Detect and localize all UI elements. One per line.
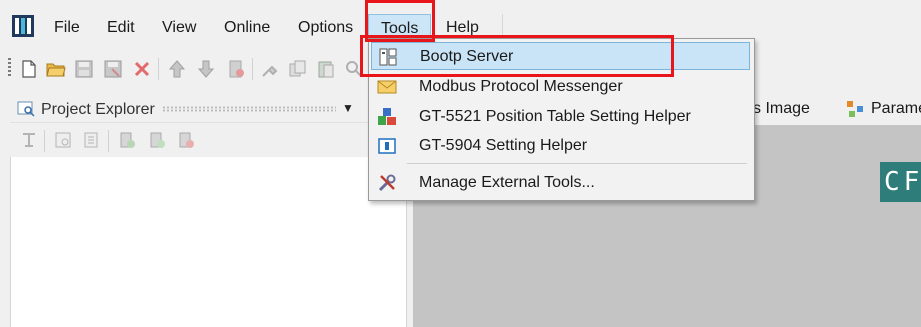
menu-item-bootp-server[interactable]: Bootp Server xyxy=(371,42,750,70)
remove-module-icon[interactable] xyxy=(226,59,246,79)
toolbar-divider xyxy=(44,130,45,152)
save-as-icon[interactable] xyxy=(103,59,123,79)
project-explorer-icon xyxy=(17,101,35,117)
insert-module-icon[interactable] xyxy=(148,131,166,149)
menu-item-label: Manage External Tools... xyxy=(419,174,595,191)
window-icon xyxy=(378,138,396,154)
toolbar-divider xyxy=(252,58,253,80)
blocks-icon xyxy=(378,108,396,125)
move-up-icon[interactable] xyxy=(167,59,187,79)
delete-icon[interactable] xyxy=(132,59,152,79)
search-icon[interactable] xyxy=(344,59,364,79)
menu-item-label: GT-5521 Position Table Setting Helper xyxy=(419,108,691,125)
toolbar-grip[interactable] xyxy=(8,58,11,78)
menu-item-label: Modbus Protocol Messenger xyxy=(419,78,623,95)
menu-item-manage-external-tools[interactable]: Manage External Tools... xyxy=(371,169,750,197)
new-file-icon[interactable] xyxy=(19,59,39,79)
panel-drag-handle[interactable] xyxy=(162,106,336,112)
menu-online[interactable]: Online xyxy=(219,17,275,39)
tree-node-icon[interactable] xyxy=(20,131,38,149)
menu-item-gt5521-helper[interactable]: GT-5521 Position Table Setting Helper xyxy=(371,103,750,131)
menu-item-modbus-messenger[interactable]: Modbus Protocol Messenger xyxy=(371,73,750,101)
menu-separator xyxy=(407,163,747,164)
panel-options-arrow-icon[interactable]: ▼ xyxy=(342,101,354,115)
move-down-icon[interactable] xyxy=(196,59,216,79)
open-folder-icon[interactable] xyxy=(46,59,66,79)
document-icon[interactable] xyxy=(82,131,100,149)
add-module-icon[interactable] xyxy=(118,131,136,149)
toolbar-divider xyxy=(108,130,109,152)
menu-view[interactable]: View xyxy=(157,17,201,39)
banner-logo: CF xyxy=(880,162,921,202)
parameter-icon xyxy=(847,101,863,117)
envelope-icon xyxy=(377,80,397,94)
tab-parameters[interactable]: Parame xyxy=(871,100,921,118)
toolbar-divider xyxy=(158,58,159,80)
delete-module-icon[interactable] xyxy=(177,131,195,149)
menu-file[interactable]: File xyxy=(49,17,85,39)
copy-icon[interactable] xyxy=(288,59,308,79)
menu-edit[interactable]: Edit xyxy=(102,17,140,39)
menu-help[interactable]: Help xyxy=(441,17,484,39)
connect-icon[interactable] xyxy=(260,59,280,79)
save-icon[interactable] xyxy=(74,59,94,79)
menu-options[interactable]: Options xyxy=(293,17,358,39)
paste-icon[interactable] xyxy=(316,59,336,79)
tab-image[interactable]: s Image xyxy=(753,100,810,118)
server-icon xyxy=(379,48,397,66)
app-logo-icon[interactable] xyxy=(11,14,35,38)
wrench-icon xyxy=(378,174,396,192)
view-list-icon[interactable] xyxy=(54,131,72,149)
menu-item-label: Bootp Server xyxy=(420,48,514,65)
project-explorer-title: Project Explorer xyxy=(41,101,155,118)
menu-item-gt5904-helper[interactable]: GT-5904 Setting Helper xyxy=(371,132,750,160)
menu-item-label: GT-5904 Setting Helper xyxy=(419,137,588,154)
